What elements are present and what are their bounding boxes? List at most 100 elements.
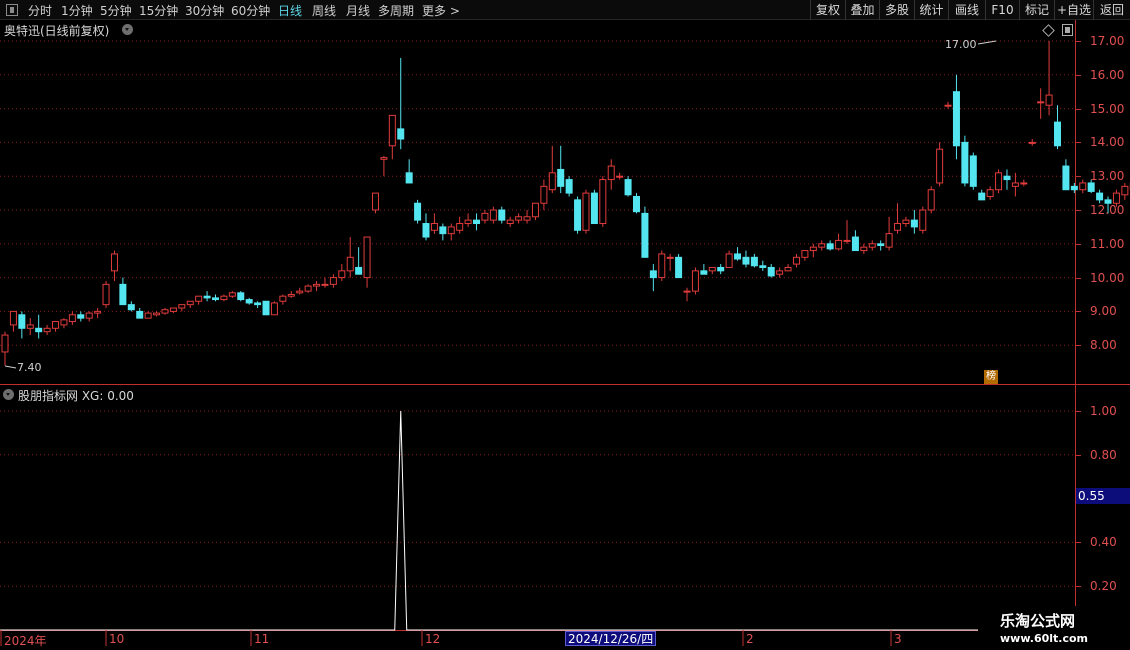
- low-price-marker: 7.40: [17, 361, 42, 374]
- price-tick: [1076, 243, 1081, 245]
- candle: [169, 307, 177, 314]
- candle: [767, 264, 775, 278]
- indicator-title: 股朋指标网 XG: 0.00: [18, 389, 134, 403]
- price-tick: [1076, 41, 1081, 42]
- price-axis-label: 10.00: [1090, 270, 1125, 285]
- candle-body: [110, 253, 118, 272]
- candle: [548, 145, 556, 194]
- candle-body: [792, 256, 800, 265]
- candle: [161, 308, 169, 315]
- indicator-axis-label: 0.40: [1090, 535, 1117, 550]
- candle: [708, 266, 716, 275]
- indicator-axis: 1.00 0.80 0.40 0.20: [1076, 386, 1130, 630]
- candle: [1054, 105, 1061, 150]
- candle-body: [868, 243, 876, 248]
- candle: [94, 308, 102, 319]
- candle: [456, 216, 464, 234]
- price-tick: [1076, 74, 1081, 76]
- candle: [776, 267, 784, 278]
- candlestick-chart[interactable]: [0, 0, 1130, 650]
- candle: [599, 176, 607, 227]
- candle: [986, 186, 994, 200]
- candle: [1045, 41, 1053, 116]
- candle-body: [995, 172, 1003, 191]
- candle-body: [456, 223, 464, 231]
- candle: [717, 264, 725, 275]
- candle: [262, 300, 270, 316]
- candle: [371, 192, 379, 214]
- candle-body: [68, 314, 76, 323]
- candle-body: [944, 104, 952, 107]
- date-cursor-label: 2024/12/26/四: [565, 631, 657, 646]
- candle-body: [397, 128, 405, 140]
- candle: [557, 145, 565, 194]
- candle: [624, 176, 632, 197]
- candle-body: [742, 256, 750, 265]
- candle-body: [464, 219, 472, 225]
- candle: [877, 240, 885, 251]
- candle-body: [809, 246, 817, 252]
- candle-body: [961, 141, 969, 184]
- candle-body: [262, 300, 270, 316]
- candle: [18, 311, 26, 339]
- candle-body: [776, 270, 784, 275]
- rank-badge[interactable]: 榜: [984, 370, 998, 384]
- candle: [826, 240, 834, 251]
- candle: [60, 318, 68, 329]
- candle: [1003, 169, 1011, 190]
- candle: [228, 291, 236, 298]
- candle-body: [649, 270, 657, 279]
- candle: [641, 206, 649, 258]
- price-tick: [1076, 345, 1081, 347]
- candle-body: [220, 295, 228, 301]
- candle-body: [658, 253, 666, 279]
- date-axis-label: 2: [746, 632, 754, 646]
- candle: [405, 159, 413, 184]
- candle-body: [633, 195, 640, 213]
- candle-body: [270, 302, 278, 316]
- indicator-collapse-icon[interactable]: [3, 389, 14, 400]
- candle: [153, 311, 161, 317]
- candle: [220, 294, 228, 302]
- candle-body: [835, 239, 843, 250]
- price-tick: [1076, 176, 1081, 178]
- candle-body: [355, 266, 363, 275]
- candle-body: [338, 270, 346, 279]
- indicator-axis-label: 0.80: [1090, 447, 1117, 462]
- candle: [565, 176, 573, 197]
- candle: [279, 294, 287, 305]
- candle: [110, 250, 118, 281]
- candle: [851, 230, 859, 252]
- candle-body: [759, 265, 767, 268]
- price-axis-label: 8.00: [1090, 338, 1117, 353]
- low-marker-arrow: [4, 365, 17, 369]
- candle: [902, 216, 910, 227]
- candle-body: [1003, 175, 1011, 181]
- candle-body: [178, 304, 186, 309]
- candle: [430, 213, 438, 234]
- candle: [355, 247, 363, 275]
- candle-body: [767, 266, 775, 277]
- candle: [506, 216, 514, 227]
- price-axis-label: 16.00: [1090, 67, 1125, 82]
- candle: [792, 253, 800, 268]
- candle: [186, 300, 194, 309]
- candle: [329, 274, 337, 288]
- candle: [633, 193, 640, 214]
- candle-body: [473, 219, 481, 225]
- candle-body: [691, 270, 699, 292]
- candle-body: [144, 312, 152, 319]
- candle: [1011, 172, 1019, 197]
- candle: [969, 152, 977, 190]
- candle-body: [818, 243, 826, 248]
- candle: [742, 250, 750, 268]
- indicator-tick: [1076, 586, 1081, 588]
- cursor-value-badge: 0.55: [1076, 488, 1130, 504]
- candle: [750, 253, 758, 268]
- indicator-tick: [1076, 454, 1081, 456]
- date-axis-label: 10: [109, 632, 125, 646]
- candle-body: [708, 266, 716, 272]
- price-axis-label: 14.00: [1090, 135, 1125, 150]
- candle: [195, 295, 203, 305]
- candle-body: [18, 314, 26, 329]
